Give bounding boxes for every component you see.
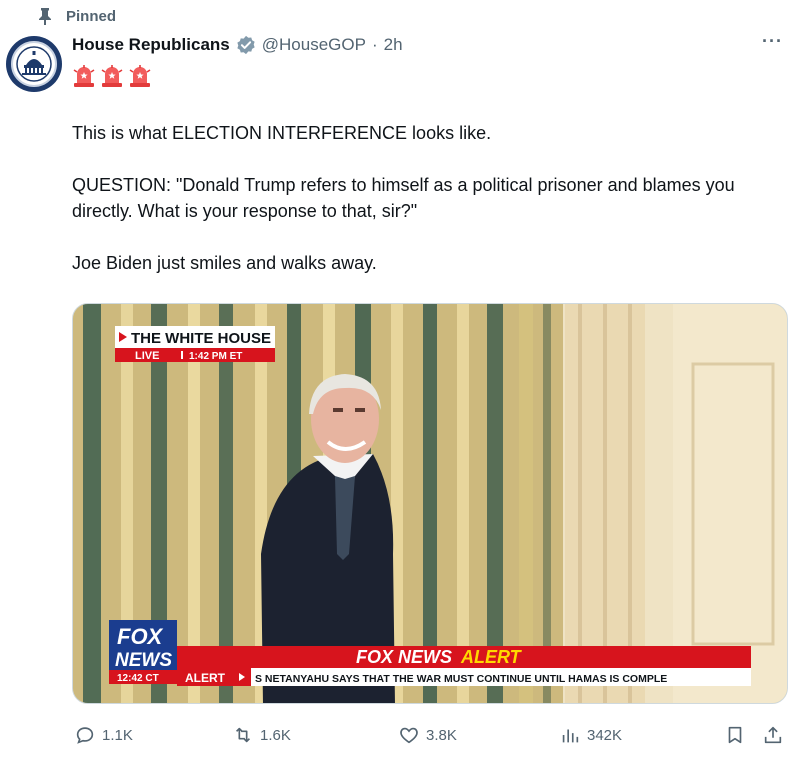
live-time: 1:42 PM ET [189, 351, 242, 362]
alert-title-a: FOX NEWS [356, 647, 452, 667]
tweet[interactable]: Pinned House Republicans @HouseGOP · 2h … [0, 0, 800, 773]
tweet-header: House Republicans @HouseGOP · 2h [72, 35, 403, 55]
bookmark-button[interactable] [724, 724, 746, 746]
author-handle[interactable]: @HouseGOP [262, 35, 366, 55]
pinned-label: Pinned [66, 7, 117, 25]
pin-icon [39, 8, 51, 25]
network-time: 12:42 CT [117, 673, 159, 684]
separator-dot: · [371, 35, 378, 54]
tweet-text-line: Joe Biden just smiles and walks away. [72, 253, 377, 273]
views-button[interactable]: 342K [559, 724, 622, 746]
alert-tag: ALERT [185, 671, 226, 685]
fox-news-alert-banner: FOX NEWS ALERT ALERT S NETANYAHU SAYS TH… [177, 646, 751, 686]
tweet-timestamp[interactable]: 2h [384, 35, 403, 55]
action-bar: 1.1K 1.6K 3.8K 342K [72, 724, 788, 752]
verified-badge-icon[interactable] [236, 35, 256, 55]
avatar[interactable] [6, 36, 62, 92]
tweet-text-line: QUESTION: "Donald Trump refers to himsel… [72, 175, 735, 221]
network-bottom: NEWS [115, 650, 172, 671]
video-frame: THE WHITE HOUSE LIVE 1:42 PM ET FOX NEWS… [73, 304, 787, 703]
reply-button[interactable]: 1.1K [74, 724, 133, 746]
tweet-text: This is what ELECTION INTERFERENCE looks… [72, 120, 772, 276]
reply-icon [76, 727, 94, 744]
live-label: LIVE [135, 350, 159, 362]
like-count: 3.8K [426, 726, 457, 744]
share-icon [764, 726, 782, 744]
video-media[interactable]: THE WHITE HOUSE LIVE 1:42 PM ET FOX NEWS… [72, 303, 788, 704]
news-ticker: S NETANYAHU SAYS THAT THE WAR MUST CONTI… [255, 673, 667, 685]
repost-button[interactable]: 1.6K [232, 724, 291, 746]
police-light-emoji-icon [129, 65, 151, 87]
author-name[interactable]: House Republicans [72, 35, 230, 55]
emoji-row [72, 64, 152, 88]
tweet-text-line: This is what ELECTION INTERFERENCE looks… [72, 123, 492, 143]
reply-count: 1.1K [102, 726, 133, 744]
police-light-emoji-icon [101, 65, 123, 87]
repost-count: 1.6K [260, 726, 291, 744]
capitol-logo [11, 41, 57, 87]
views-chart-icon [562, 729, 579, 743]
views-count: 342K [587, 726, 623, 744]
pinned-indicator: Pinned [38, 7, 116, 25]
location-banner: THE WHITE HOUSE LIVE 1:42 PM ET [115, 326, 275, 362]
fox-news-logo: FOX NEWS 12:42 CT [109, 620, 177, 684]
repost-icon [235, 727, 251, 743]
location-banner-text: THE WHITE HOUSE [131, 330, 271, 347]
network-top: FOX [117, 624, 164, 649]
share-button[interactable] [762, 724, 784, 746]
bookmark-icon [728, 726, 742, 744]
capitol-icon [16, 46, 52, 82]
like-button[interactable]: 3.8K [398, 724, 457, 746]
alert-title-b: ALERT [460, 647, 523, 667]
police-light-emoji-icon [73, 65, 95, 87]
more-options-icon[interactable]: ··· [762, 32, 784, 54]
heart-icon [400, 727, 418, 744]
